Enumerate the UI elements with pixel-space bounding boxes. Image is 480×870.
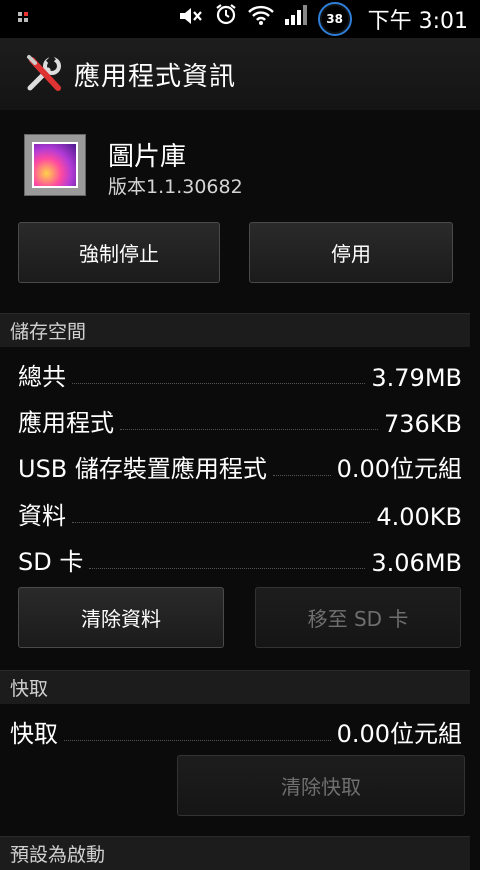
status-bar: 38 下午 3:01: [0, 0, 480, 38]
page-title: 應用程式資訊: [74, 61, 237, 92]
force-stop-button[interactable]: 強制停止: [18, 222, 220, 283]
move-to-sd-button[interactable]: 移至 SD 卡: [255, 587, 461, 648]
storage-row-sdcard: SD 卡 3.06MB: [18, 548, 462, 577]
storage-row-data: 資料 4.00KB: [18, 502, 462, 531]
notification-icon: [18, 10, 34, 26]
gallery-app-icon: [24, 134, 86, 196]
storage-row-total: 總共 3.79MB: [18, 363, 462, 392]
cache-row: 快取 0.00位元組: [10, 720, 462, 748]
status-clock: 下午 3:01: [367, 9, 468, 34]
storage-row-usb: USB 儲存裝置應用程式 0.00位元組: [18, 455, 462, 483]
launch-default-section-header: 預設為啟動: [0, 836, 470, 870]
storage-row-app: 應用程式 736KB: [18, 409, 462, 438]
app-version: 版本1.1.30682: [108, 176, 243, 198]
title-bar: 應用程式資訊: [0, 38, 480, 110]
storage-section-header: 儲存空間: [0, 313, 470, 347]
app-name: 圖片庫: [108, 142, 187, 172]
mute-icon: [178, 0, 204, 38]
alarm-icon: [214, 0, 238, 38]
battery-level: 38: [326, 12, 343, 26]
settings-tools-icon: [24, 54, 64, 94]
battery-indicator: 38: [317, 2, 352, 36]
cache-section-header: 快取: [0, 670, 470, 704]
clear-data-button[interactable]: 清除資料: [18, 587, 224, 648]
signal-icon: [284, 0, 308, 38]
disable-button[interactable]: 停用: [249, 222, 453, 283]
wifi-icon: [247, 0, 274, 38]
app-header: 圖片庫 版本1.1.30682: [0, 110, 480, 210]
clear-cache-button[interactable]: 清除快取: [177, 755, 465, 816]
